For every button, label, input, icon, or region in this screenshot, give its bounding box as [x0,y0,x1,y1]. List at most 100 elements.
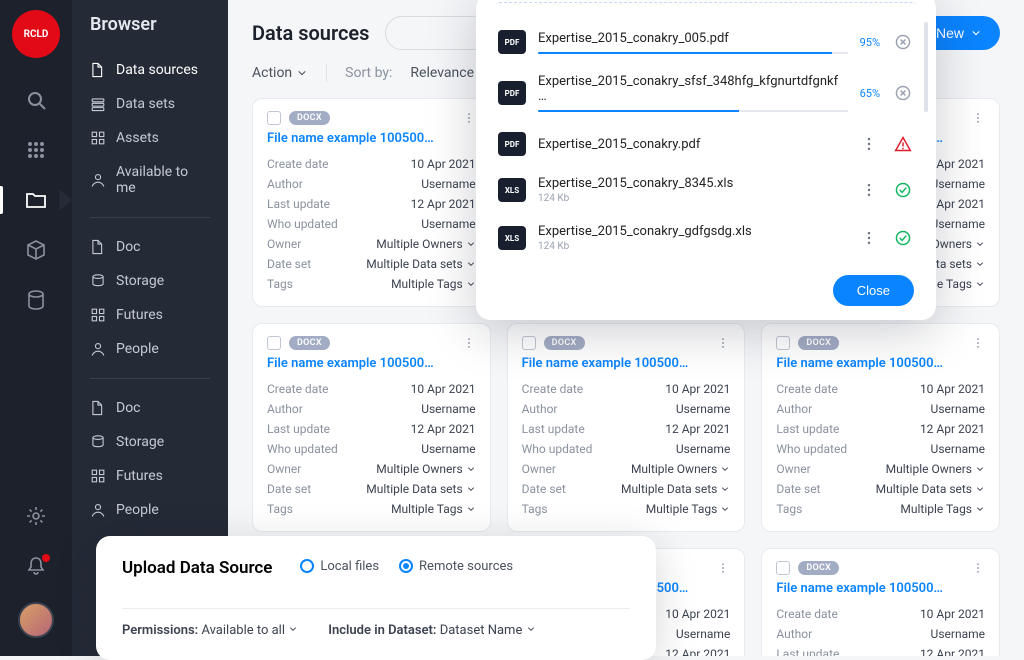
sidebar-item-futures[interactable]: Futures [72,459,228,493]
card-menu-button[interactable] [462,336,476,350]
sidebar-item-doc[interactable]: Doc [72,391,228,425]
cancel-upload-button[interactable] [892,82,914,104]
sidebar-item-label: Doc [116,400,141,416]
card-checkbox[interactable] [522,336,536,350]
card-title[interactable]: File name example 100500… [776,356,985,371]
card-meta-row: Create date10 Apr 2021 [776,379,985,399]
file-menu-button[interactable] [858,227,880,249]
check-icon [894,181,912,199]
scrollbar[interactable] [924,22,928,112]
card-title[interactable]: File name example 100500… [522,356,731,371]
sidebar-item-doc[interactable]: Doc [72,230,228,264]
card-meta-row: Date setMultiple Data sets [776,479,985,499]
card-menu-button[interactable] [971,561,985,575]
nav-rail: RCLD [0,0,72,656]
sidebar-item-people[interactable]: People [72,493,228,527]
sidebar-item-data-sources[interactable]: Data sources [72,53,228,87]
meta-value[interactable]: Multiple Owners [631,462,730,476]
rail-database[interactable] [0,278,72,322]
sidebar-item-label: Data sets [116,96,175,112]
card-checkbox[interactable] [267,336,281,350]
meta-value[interactable]: Multiple Tags [391,502,476,516]
meta-value[interactable]: Multiple Data sets [366,482,475,496]
meta-value[interactable]: Multiple Owners [376,237,475,251]
file-menu-button[interactable] [858,179,880,201]
upload-success-icon [892,227,914,249]
cancel-upload-button[interactable] [892,31,914,53]
upload-file-row: XLS Expertise_2015_conakry_gdfgsdg.xls 1… [498,214,914,262]
rail-browser[interactable] [0,178,72,222]
card-meta-row: OwnerMultiple Owners [267,459,476,479]
meta-label: Owner [522,462,556,476]
chevron-down-icon [288,624,298,634]
chevron-down-icon [296,67,308,79]
permissions-dropdown[interactable]: Permissions: Available to all [122,623,298,638]
meta-value[interactable]: Multiple Tags [646,502,731,516]
include-dataset-dropdown[interactable]: Include in Dataset: Dataset Name [328,623,535,638]
user-avatar[interactable] [18,602,54,638]
data-source-card: DOCX File name example 100500… Create da… [761,323,1000,532]
sidebar-item-assets[interactable]: Assets [72,121,228,155]
card-meta-row: OwnerMultiple Owners [776,459,985,479]
meta-value[interactable]: Multiple Owners [886,462,985,476]
card-meta-row: AuthorUsername [267,174,476,194]
file-size: 124 Kb [538,193,846,204]
meta-value: Username [421,217,475,231]
upload-error-icon [892,133,914,155]
chevron-down-icon [466,279,476,289]
meta-value[interactable]: Multiple Tags [900,502,985,516]
warning-icon [894,135,912,153]
meta-value[interactable]: Multiple Data sets [366,257,475,271]
meta-value: 12 Apr 2021 [665,647,730,656]
card-meta-row: Last update12 Apr 2021 [267,194,476,214]
card-checkbox[interactable] [776,336,790,350]
card-menu-button[interactable] [971,111,985,125]
card-meta-row: Who updatedUsername [776,439,985,459]
card-menu-button[interactable] [971,336,985,350]
meta-value[interactable]: Multiple Tags [391,277,476,291]
meta-label: Last update [267,422,330,436]
card-title[interactable]: File name example 100500… [267,356,476,371]
upload-percent: 95% [860,36,880,49]
card-checkbox[interactable] [776,561,790,575]
sidebar-item-label: Storage [116,434,164,450]
sidebar-item-futures[interactable]: Futures [72,298,228,332]
dots-icon [971,111,985,125]
card-checkbox[interactable] [267,111,281,125]
radio-local-files[interactable]: Local files [300,559,379,574]
meta-value[interactable]: Multiple Data sets [621,482,730,496]
rail-search[interactable] [0,78,72,122]
file-size: 124 Kb [538,241,846,252]
card-menu-button[interactable] [716,561,730,575]
sidebar-item-data-sets[interactable]: Data sets [72,87,228,121]
sidebar-item-label: Storage [116,273,164,289]
radio-remote-sources[interactable]: Remote sources [399,559,513,574]
action-dropdown[interactable]: Action [252,65,308,81]
rail-notifications[interactable] [0,544,72,588]
card-title[interactable]: File name example 100500… [267,131,476,146]
card-title[interactable]: File name example 100500… [776,581,985,596]
rail-apps[interactable] [0,128,72,172]
meta-value[interactable]: Multiple Data sets [876,482,985,496]
upload-file-row: PDF Expertise_2015_conakry.pdf [498,122,914,166]
filetype-chip: XLS [498,226,526,250]
rail-cube[interactable] [0,228,72,272]
meta-value: 12 Apr 2021 [665,422,730,436]
storage-icon [90,434,106,450]
sidebar-item-label: Futures [116,468,163,484]
sidebar-item-storage[interactable]: Storage [72,264,228,298]
close-button[interactable]: Close [833,275,914,306]
sidebar-item-available-to-me[interactable]: Available to me [72,155,228,205]
file-name: Expertise_2015_conakry_gdfgsdg.xls [538,224,846,239]
meta-label: Create date [776,382,838,396]
card-menu-button[interactable] [462,111,476,125]
rail-settings[interactable] [0,494,72,538]
meta-value: Username [676,442,730,456]
meta-value[interactable]: Multiple Owners [376,462,475,476]
sidebar-item-people[interactable]: People [72,332,228,366]
card-menu-button[interactable] [716,336,730,350]
file-menu-button[interactable] [858,133,880,155]
meta-value: 12 Apr 2021 [411,422,476,436]
user-icon [90,341,106,357]
sidebar-item-storage[interactable]: Storage [72,425,228,459]
